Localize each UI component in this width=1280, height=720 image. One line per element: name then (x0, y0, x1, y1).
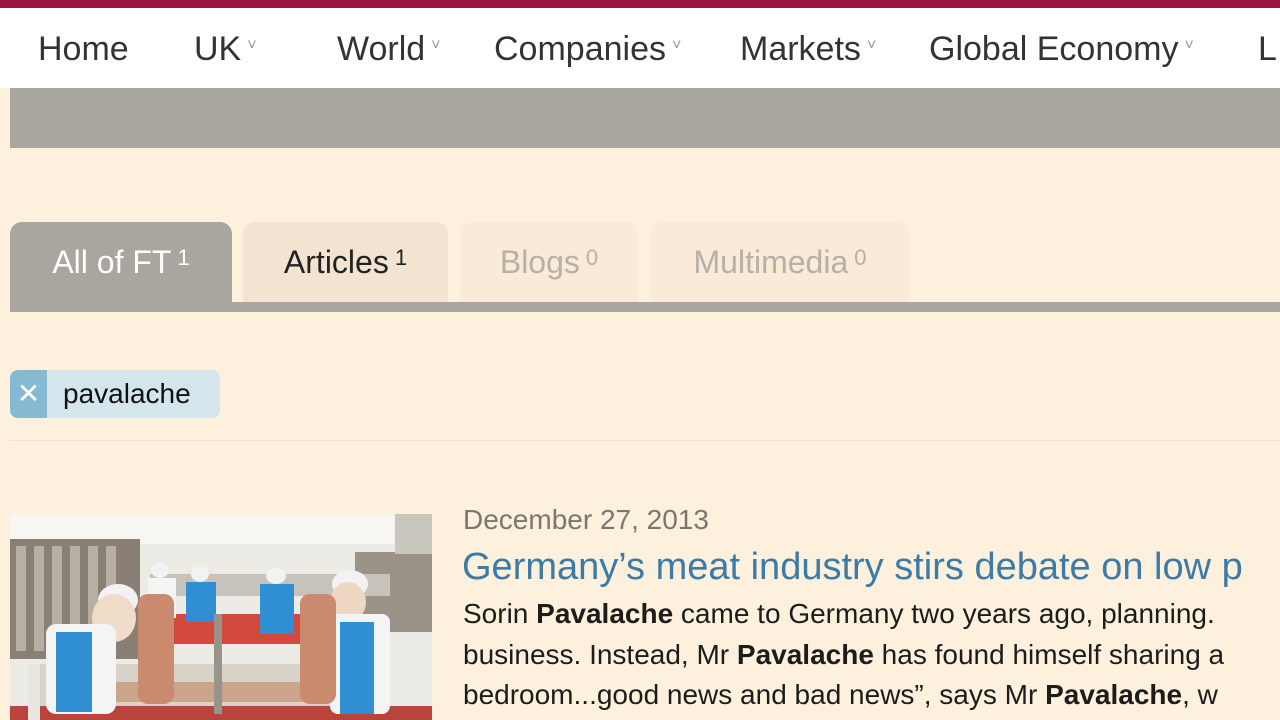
snippet-text: Sorin (463, 598, 537, 629)
tab-label: Multimedia (693, 243, 849, 280)
snippet-text: , w (1182, 679, 1218, 710)
nav-item-label: UK (194, 30, 242, 68)
snippet-text: bedroom...good news and bad news”, says … (463, 679, 1046, 710)
article-snippet-line: bedroom...good news and bad news”, says … (463, 679, 1218, 711)
tab-count: 0 (585, 245, 599, 270)
tab-blogs[interactable]: Blogs 0 (460, 222, 638, 302)
snippet-text: business. Instead, Mr (463, 639, 737, 670)
nav-item-markets[interactable]: Markets ˅ (740, 30, 876, 69)
snippet-text: came to Germany two years ago, planning. (673, 598, 1215, 629)
nav-item-home[interactable]: Home (38, 30, 129, 69)
tab-label: All of FT (52, 243, 172, 280)
tab-all-of-ft[interactable]: All of FT 1 (10, 222, 232, 302)
nav-item-world[interactable]: World ˅ (337, 30, 441, 69)
tab-label: Blogs (499, 243, 580, 280)
chevron-down-icon: ˅ (431, 37, 441, 54)
meat-factory-photo (10, 514, 432, 720)
nav-item-label: Global Economy (929, 30, 1179, 68)
search-filter-chip: ✕ pavalache (10, 370, 220, 418)
chevron-down-icon: ˅ (866, 37, 877, 54)
snippet-highlight: Pavalache (736, 639, 874, 670)
tab-count: 1 (177, 245, 190, 270)
snippet-highlight: Pavalache (536, 598, 674, 629)
tab-count: 0 (854, 245, 867, 270)
nav-item-label: Companies (494, 30, 666, 68)
article-snippet-line: Sorin Pavalache came to Germany two year… (463, 598, 1215, 630)
brand-top-bar (0, 0, 1280, 8)
nav-item-truncated[interactable]: L (1258, 30, 1277, 69)
article-snippet-line: business. Instead, Mr Pavalache has foun… (463, 639, 1224, 671)
nav-item-label: World (337, 30, 426, 68)
search-term-label: pavalache (63, 378, 191, 409)
article-headline-link[interactable]: Germany’s meat industry stirs debate on … (462, 546, 1243, 589)
divider (10, 440, 1280, 441)
main-navigation: Home UK ˅ World ˅ Companies ˅ Markets ˅ Glob… (0, 8, 1280, 88)
tab-articles[interactable]: Articles 1 (243, 222, 448, 302)
chevron-down-icon: ˅ (1184, 37, 1194, 54)
nav-item-label: Markets (740, 30, 861, 68)
close-icon[interactable]: ✕ (10, 370, 47, 418)
snippet-text: has found himself sharing a (873, 639, 1225, 670)
tab-label: Articles (283, 243, 389, 280)
article-thumbnail[interactable] (10, 514, 432, 720)
nav-item-label: L (1258, 30, 1277, 68)
snippet-highlight: Pavalache (1045, 679, 1183, 710)
nav-item-label: Home (38, 30, 129, 68)
tab-multimedia[interactable]: Multimedia 0 (651, 222, 909, 302)
chevron-down-icon: ˅ (671, 37, 682, 54)
sub-navigation-bar (10, 88, 1280, 148)
nav-item-companies[interactable]: Companies ˅ (494, 30, 681, 69)
tab-count: 1 (394, 245, 408, 270)
article-date: December 27, 2013 (463, 504, 709, 535)
chevron-down-icon: ˅ (247, 37, 257, 54)
tabs-underline (10, 302, 1280, 312)
nav-item-uk[interactable]: UK ˅ (194, 30, 257, 69)
nav-item-global-economy[interactable]: Global Economy ˅ (929, 30, 1194, 69)
